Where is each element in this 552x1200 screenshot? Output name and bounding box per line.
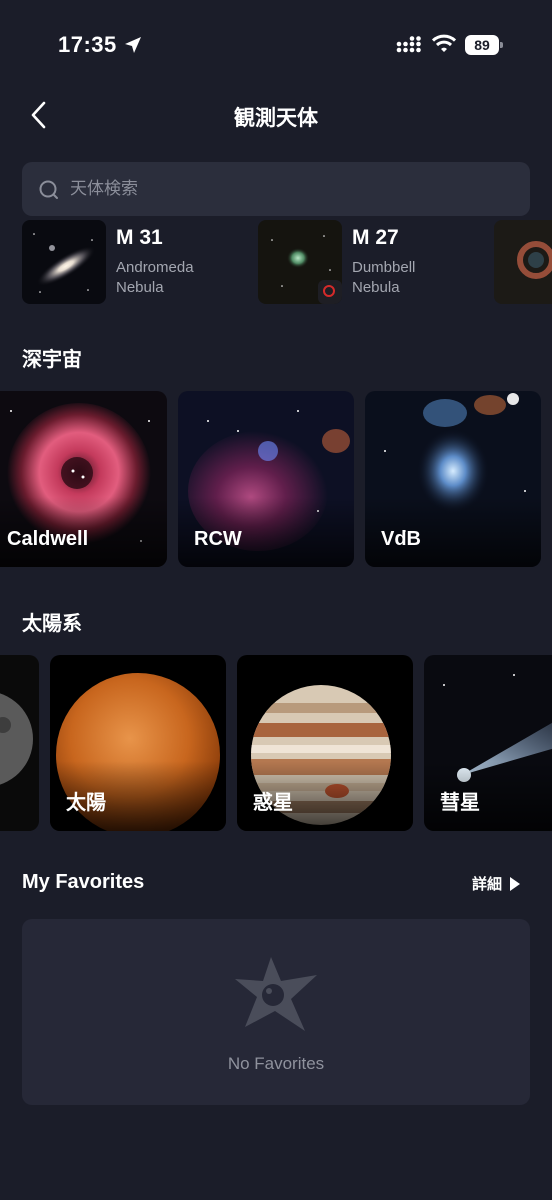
card-label: 太陽 (66, 792, 106, 814)
recent-item-name: M 27 (352, 226, 399, 249)
battery-level: 89 (465, 35, 499, 55)
page-title: 観測天体 (234, 107, 318, 130)
card-label: Caldwell (7, 528, 89, 550)
andromeda-galaxy-thumbnail (22, 220, 106, 304)
dumbbell-nebula-thumbnail (258, 220, 342, 304)
recent-item-desc-line2: Nebula (352, 279, 400, 296)
recent-item-desc-line2: Nebula (116, 279, 164, 296)
recent-item-desc: Andromeda Nebula (116, 258, 194, 298)
status-bar: 17:35 89 (0, 0, 552, 90)
solar-system-carousel[interactable]: 太陽 惑星 彗星 (0, 655, 552, 831)
card-sun[interactable]: 太陽 (50, 655, 226, 831)
card-label: 彗星 (440, 792, 480, 814)
card-comets[interactable]: 彗星 (424, 655, 552, 831)
favorites-detail-label: 詳細 (472, 876, 503, 893)
search-icon (39, 180, 58, 199)
status-time: 17:35 (58, 32, 117, 57)
card-vdb[interactable]: VdB (365, 391, 541, 567)
card-label: 惑星 (253, 792, 293, 814)
card-label: RCW (194, 528, 242, 550)
card-caldwell[interactable]: Caldwell (0, 391, 167, 567)
recent-item-desc-line1: Andromeda (116, 259, 194, 276)
recent-item-m31[interactable]: M 31 Andromeda Nebula (22, 220, 242, 304)
deep-space-carousel[interactable]: Caldwell RCW VdB (0, 391, 552, 567)
recent-item-desc: Dumbbell Nebula (352, 258, 415, 298)
recent-item-m27[interactable]: M 27 Dumbbell Nebula (258, 220, 478, 304)
section-title-solar-system: 太陽系 (22, 613, 82, 635)
wifi-icon (432, 34, 456, 52)
recent-item-desc-line1: Dumbbell (352, 259, 416, 276)
play-arrow-icon (510, 876, 521, 891)
card-rcw[interactable]: RCW (178, 391, 354, 567)
favorites-detail-button[interactable]: 詳細 (472, 873, 521, 894)
recent-item-name: M 31 (116, 226, 163, 249)
section-title-deep-space: 深宇宙 (22, 349, 82, 371)
favorites-empty-text: No Favorites (227, 1054, 325, 1073)
cellular-signal-icon (396, 36, 421, 53)
section-title-favorites: My Favorites (22, 871, 145, 893)
search-input[interactable] (70, 162, 510, 216)
battery-icon: 89 (465, 35, 503, 55)
ring-nebula-thumbnail (494, 220, 552, 304)
star-empty-icon (235, 957, 317, 1031)
favorites-empty-panel: No Favorites (22, 919, 530, 1105)
card-label: VdB (381, 528, 421, 550)
recent-item-partial[interactable] (494, 220, 552, 304)
moon-image (0, 655, 39, 831)
card-moon-partial[interactable] (0, 655, 39, 831)
recent-objects-list[interactable]: M 31 Andromeda Nebula M 27 Dumbbell Nebu… (0, 220, 552, 304)
card-planets[interactable]: 惑星 (237, 655, 413, 831)
search-bar[interactable] (22, 162, 530, 216)
location-arrow-icon (125, 37, 141, 53)
